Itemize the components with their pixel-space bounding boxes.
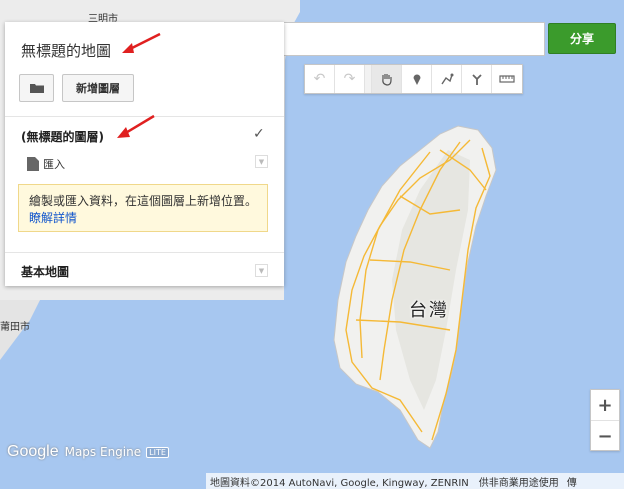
directions-icon[interactable] xyxy=(462,65,492,93)
open-folder-button[interactable] xyxy=(19,74,54,102)
maps-engine-label: Maps Engine xyxy=(64,445,142,459)
lite-badge: LITE xyxy=(146,446,169,458)
toolbar-separator xyxy=(365,65,372,93)
chevron-down-icon[interactable]: ▼ xyxy=(255,264,268,277)
island-label-taiwan: 台灣 xyxy=(409,300,449,321)
zoom-control: + − xyxy=(590,389,620,451)
folder-icon xyxy=(29,84,44,93)
city-label-putian: 莆田市 xyxy=(0,322,30,333)
base-map-title[interactable]: 基本地圖 xyxy=(21,263,69,280)
new-layer-button[interactable]: 新增圖層 xyxy=(62,74,134,102)
learn-more-link[interactable]: 瞭解詳情 xyxy=(29,211,77,225)
marker-icon[interactable] xyxy=(402,65,432,93)
info-text: 繪製或匯入資料，在這個圖層上新增位置。 xyxy=(29,194,258,208)
annotation-arrow-title xyxy=(122,32,161,53)
terms-link[interactable]: 供非商業用途使用 xyxy=(479,474,559,489)
import-label[interactable]: 匯入 xyxy=(43,156,65,172)
google-branding: Google Maps Engine LITE xyxy=(7,443,169,461)
map-title[interactable]: 無標題的地圖 xyxy=(21,40,111,61)
google-logo: Google xyxy=(7,443,59,460)
share-button[interactable]: 分享 xyxy=(548,23,616,54)
report-link[interactable]: 傳 xyxy=(567,474,577,489)
import-row[interactable]: 匯入 xyxy=(27,155,269,173)
layer-title[interactable]: (無標題的圖層) xyxy=(21,128,104,145)
annotation-arrow-layer xyxy=(117,114,155,138)
layers-panel: 無標題的地圖 新增圖層 (無標題的圖層) ✓ 匯入 ▼ 繪製或匯入資料，在這個圖… xyxy=(5,22,284,286)
zoom-out-button[interactable]: − xyxy=(591,420,619,451)
import-file-icon xyxy=(27,157,39,171)
hand-pan-icon[interactable] xyxy=(372,65,402,93)
layer-info-box: 繪製或匯入資料，在這個圖層上新增位置。瞭解詳情 xyxy=(18,184,268,232)
search-input[interactable] xyxy=(283,22,545,56)
map-footer: 地圖資料©2014 AutoNavi, Google, Kingway, ZEN… xyxy=(206,473,624,489)
redo-icon[interactable]: ↷ xyxy=(335,65,365,93)
panel-divider xyxy=(5,252,284,253)
zoom-in-button[interactable]: + xyxy=(591,390,619,420)
ruler-icon[interactable] xyxy=(492,65,522,93)
chevron-down-icon[interactable]: ▼ xyxy=(255,155,268,168)
draw-line-icon[interactable] xyxy=(432,65,462,93)
undo-icon[interactable]: ↶ xyxy=(305,65,335,93)
map-attribution: 地圖資料©2014 AutoNavi, Google, Kingway, ZEN… xyxy=(210,477,469,489)
layer-visibility-checkbox[interactable]: ✓ xyxy=(253,126,269,142)
drawing-toolbar: ↶ ↷ xyxy=(304,64,523,94)
